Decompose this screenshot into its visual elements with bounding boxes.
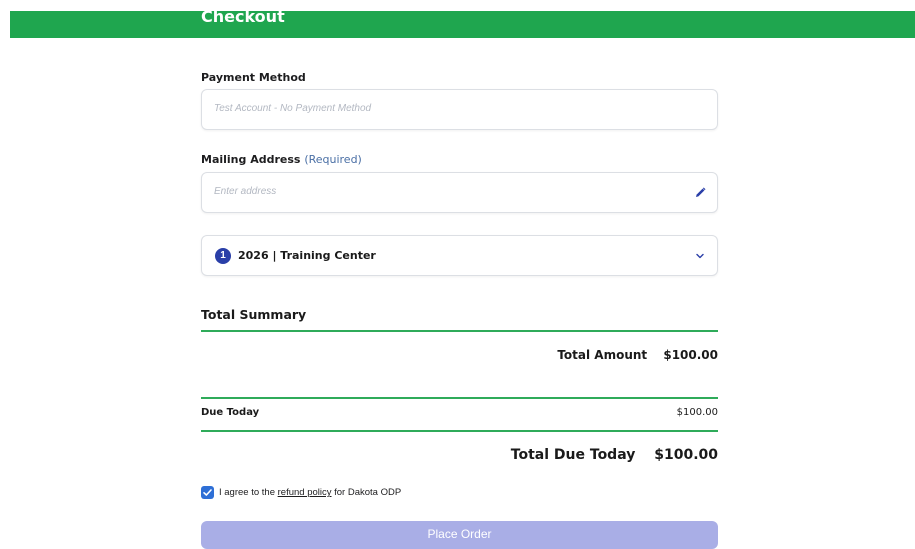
total-due-label: Total Due Today (510, 447, 636, 463)
refund-policy-link[interactable]: refund policy (278, 487, 332, 498)
payment-method-field[interactable]: Test Account - No Payment Method (201, 89, 718, 130)
due-today-label: Due Today (201, 407, 260, 418)
total-due-value: $100.00 (654, 447, 718, 463)
checkmark-icon (203, 489, 212, 496)
total-amount-value: $100.00 (663, 348, 718, 362)
agree-checkbox[interactable] (201, 486, 214, 499)
total-amount-row: Total Amount $100.00 (557, 348, 718, 362)
pencil-icon[interactable] (693, 186, 707, 200)
total-amount-label: Total Amount (557, 348, 648, 362)
header-bar: Checkout (10, 11, 915, 38)
address-field[interactable]: Enter address (201, 172, 718, 213)
due-today-value: $100.00 (676, 407, 718, 418)
item-count-badge: 1 (215, 248, 231, 264)
agreement-suffix: for Dakota ODP (331, 487, 402, 498)
due-divider-bottom (201, 430, 718, 432)
required-tag: (Required) (304, 153, 362, 166)
payment-method-label: Payment Method (201, 71, 306, 84)
chevron-down-icon[interactable] (694, 250, 706, 262)
summary-divider (201, 330, 718, 332)
agreement-prefix: I agree to the (219, 487, 278, 498)
order-item-accordion[interactable]: 1 2026 | Training Center (201, 235, 718, 276)
due-divider-top (201, 397, 718, 399)
page-title: Checkout (201, 11, 285, 26)
order-item-title: 2026 | Training Center (238, 249, 376, 262)
summary-title: Total Summary (201, 307, 307, 322)
mailing-address-label-text: Mailing Address (201, 153, 301, 166)
payment-method-placeholder: Test Account - No Payment Method (214, 103, 372, 114)
mailing-address-label: Mailing Address (Required) (201, 153, 362, 166)
agreement-text: I agree to the refund policy for Dakota … (219, 487, 401, 498)
address-placeholder: Enter address (214, 186, 277, 197)
total-due-row: Total Due Today $100.00 (511, 447, 718, 463)
